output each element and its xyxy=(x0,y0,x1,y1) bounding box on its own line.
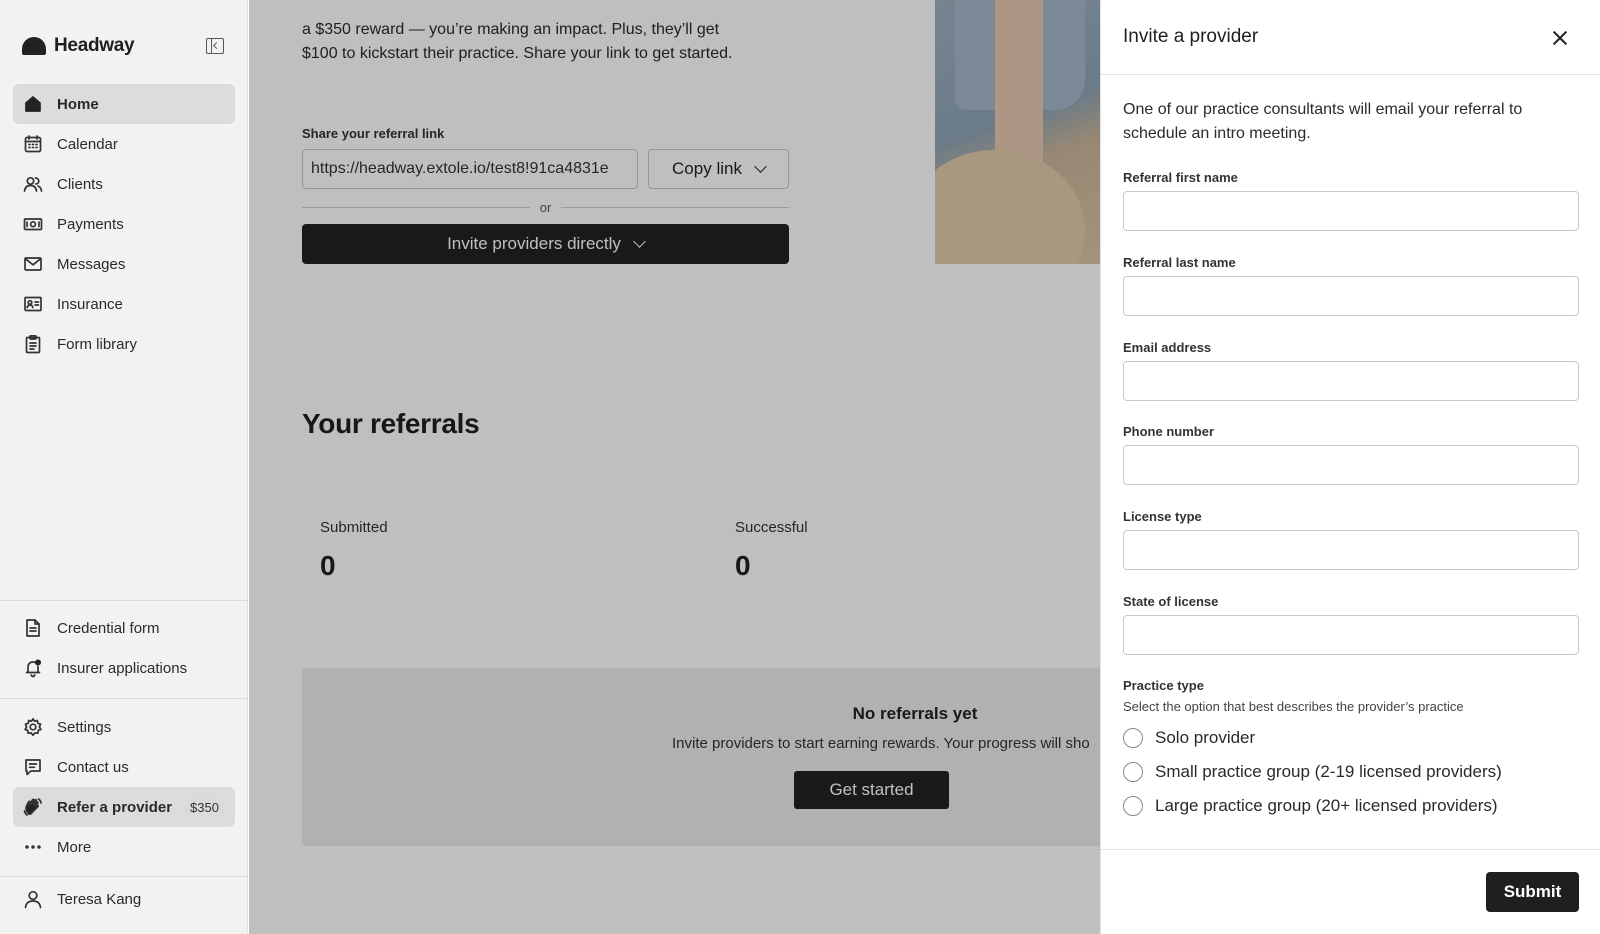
sidebar-item-contact-us[interactable]: Contact us xyxy=(13,747,235,787)
collapse-sidebar-icon[interactable] xyxy=(206,38,224,54)
envelope-icon xyxy=(23,254,43,274)
sidebar-item-label: Refer a provider xyxy=(57,798,173,816)
sidebar-item-calendar[interactable]: Calendar xyxy=(13,124,235,164)
bell-icon xyxy=(23,658,43,678)
sidebar-item-label: Form library xyxy=(57,335,138,353)
radio-circle[interactable] xyxy=(1123,796,1143,816)
sidebar-item-label: Contact us xyxy=(57,758,129,776)
sidebar-item-label: Calendar xyxy=(57,135,118,153)
user-profile[interactable]: Teresa Kang xyxy=(13,885,235,913)
home-icon xyxy=(23,94,43,114)
sidebar-item-refer-a-provider[interactable]: Refer a provider $350 xyxy=(13,787,235,827)
sidebar-item-home[interactable]: Home xyxy=(13,84,235,124)
id-card-icon xyxy=(23,294,43,314)
sidebar-item-credential-form[interactable]: Credential form xyxy=(13,608,235,648)
gear-icon xyxy=(23,717,43,737)
phone-label: Phone number xyxy=(1123,424,1215,439)
document-icon xyxy=(23,618,43,638)
submit-button[interactable]: Submit xyxy=(1486,872,1579,912)
drawer-description: One of our practice consultants will ema… xyxy=(1123,101,1523,142)
radio-label: Small practice group (2-19 licensed prov… xyxy=(1155,762,1502,781)
headway-logo-icon xyxy=(22,37,46,55)
radio-circle[interactable] xyxy=(1123,762,1143,782)
drawer-title: Invite a provider xyxy=(1123,26,1259,47)
sidebar-item-payments[interactable]: Payments xyxy=(13,204,235,244)
more-dots-icon xyxy=(23,837,43,857)
state-of-license-field[interactable] xyxy=(1123,615,1579,655)
brand-name: Headway xyxy=(54,35,135,56)
radio-label: Large practice group (20+ licensed provi… xyxy=(1155,796,1498,815)
drawer-footer-divider xyxy=(1101,849,1600,850)
invite-provider-drawer: Invite a provider One of our practice co… xyxy=(1100,0,1600,934)
sidebar-item-label: Payments xyxy=(57,215,124,233)
sidebar-item-form-library[interactable]: Form library xyxy=(13,324,235,364)
waving-hand-icon xyxy=(23,797,43,817)
main-content: a $350 reward — you’re making an impact.… xyxy=(249,0,1349,934)
sidebar-divider xyxy=(0,600,248,601)
state-of-license-label: State of license xyxy=(1123,594,1219,609)
email-label: Email address xyxy=(1123,340,1212,355)
sidebar-item-label: Home xyxy=(57,95,99,113)
sidebar-item-label: Insurer applications xyxy=(57,659,188,677)
radio-label: Solo provider xyxy=(1155,728,1256,747)
radio-small-practice-group[interactable]: Small practice group (2-19 licensed prov… xyxy=(1123,760,1502,784)
reward-badge: $350 xyxy=(184,796,225,818)
sidebar-item-label: Insurance xyxy=(57,295,123,313)
license-type-field[interactable] xyxy=(1123,530,1579,570)
radio-solo-provider[interactable]: Solo provider xyxy=(1123,726,1255,750)
brand[interactable]: Headway xyxy=(22,34,135,58)
sidebar-item-label: More xyxy=(57,838,92,856)
license-type-label: License type xyxy=(1123,509,1202,524)
drawer-header: Invite a provider xyxy=(1101,0,1600,75)
sidebar-item-label: Messages xyxy=(57,255,126,273)
sidebar-item-insurance[interactable]: Insurance xyxy=(13,284,235,324)
close-icon[interactable] xyxy=(1549,27,1571,49)
sidebar-item-settings[interactable]: Settings xyxy=(13,707,235,747)
practice-type-help: Select the option that best describes th… xyxy=(1123,699,1464,714)
radio-large-practice-group[interactable]: Large practice group (20+ licensed provi… xyxy=(1123,794,1498,818)
calendar-icon xyxy=(23,134,43,154)
practice-type-label: Practice type xyxy=(1123,678,1204,693)
chat-icon xyxy=(23,757,43,777)
sidebar-item-label: Credential form xyxy=(57,619,160,637)
first-name-label: Referral first name xyxy=(1123,170,1238,185)
email-field[interactable] xyxy=(1123,361,1579,401)
last-name-field[interactable] xyxy=(1123,276,1579,316)
phone-field[interactable] xyxy=(1123,445,1579,485)
sidebar-item-messages[interactable]: Messages xyxy=(13,244,235,284)
sidebar: Headway Home Calendar Clients Payments M… xyxy=(0,0,248,934)
secondary-nav: Credential form Insurer applications xyxy=(13,608,235,688)
sidebar-divider xyxy=(0,698,248,699)
sidebar-item-more[interactable]: More xyxy=(13,827,235,867)
clipboard-icon xyxy=(23,334,43,354)
user-menu[interactable]: Teresa Kang xyxy=(13,885,235,913)
sidebar-item-insurer-applications[interactable]: Insurer applications xyxy=(13,648,235,688)
bottom-nav: Settings Contact us Refer a provider $35… xyxy=(13,707,235,867)
payments-icon xyxy=(23,214,43,234)
main-nav: Home Calendar Clients Payments Messages xyxy=(13,84,235,364)
sidebar-item-label: Clients xyxy=(57,175,103,193)
clients-icon xyxy=(23,174,43,194)
user-name: Teresa Kang xyxy=(57,890,142,908)
radio-circle[interactable] xyxy=(1123,728,1143,748)
sidebar-item-clients[interactable]: Clients xyxy=(13,164,235,204)
last-name-label: Referral last name xyxy=(1123,255,1236,270)
user-icon xyxy=(23,889,43,909)
first-name-field[interactable] xyxy=(1123,191,1579,231)
sidebar-divider xyxy=(0,876,248,877)
sidebar-item-label: Settings xyxy=(57,718,112,736)
